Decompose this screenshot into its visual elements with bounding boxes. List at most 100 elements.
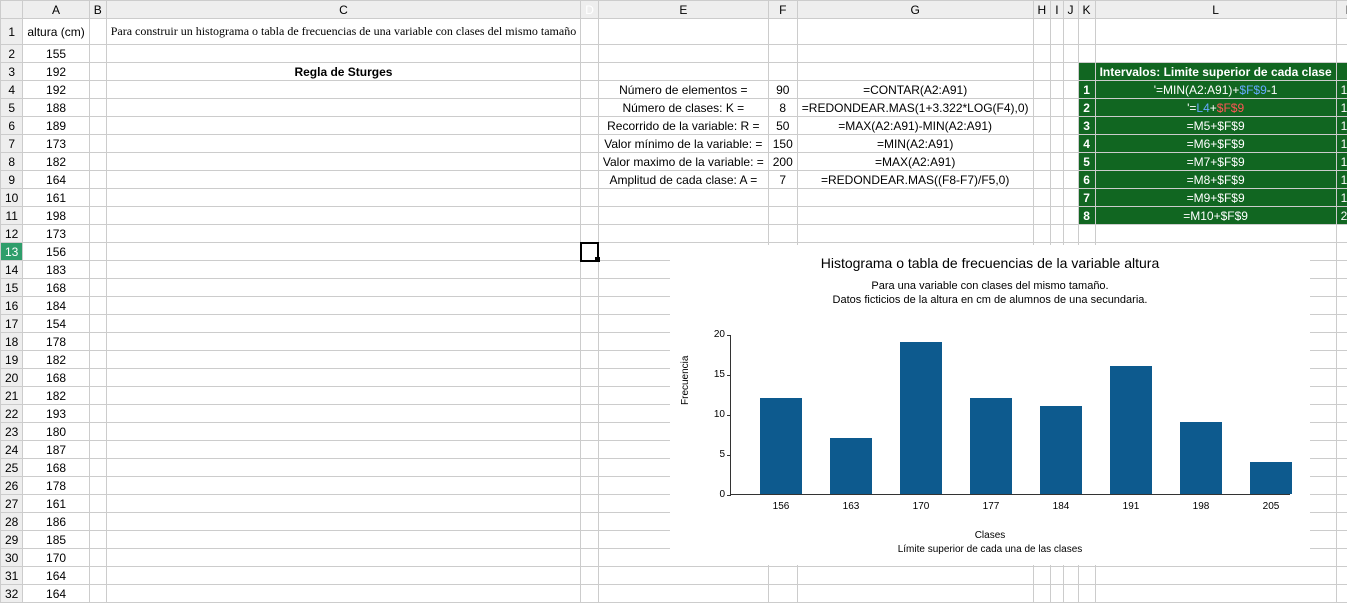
cell[interactable]: 6 [1078,171,1095,189]
cell[interactable] [89,333,106,351]
row-header[interactable]: 14 [1,261,23,279]
cell[interactable] [1095,45,1336,63]
cell[interactable] [106,99,581,117]
cell[interactable] [1095,19,1336,45]
cell[interactable]: 178 [23,333,89,351]
cell[interactable] [581,567,599,585]
cell[interactable] [89,513,106,531]
cell[interactable] [1336,63,1347,81]
cell[interactable] [768,63,797,81]
cell[interactable] [89,171,106,189]
cell[interactable] [598,207,768,225]
cell[interactable]: 7 [1078,189,1095,207]
col-header-G[interactable]: G [797,1,1033,19]
cell[interactable] [1078,567,1095,585]
col-header-B[interactable]: B [89,1,106,19]
cell[interactable]: Regla de Sturges [106,63,581,81]
cell[interactable] [581,261,599,279]
cell[interactable]: =CONTAR(A2:A91) [797,81,1033,99]
cell[interactable] [89,585,106,603]
cell[interactable] [1336,315,1347,333]
cell[interactable]: 178 [23,477,89,495]
cell[interactable] [581,333,599,351]
col-header-C[interactable]: C [106,1,581,19]
row-header[interactable]: 11 [1,207,23,225]
cell[interactable] [106,351,581,369]
cell[interactable] [89,189,106,207]
cell[interactable] [1063,585,1078,603]
cell[interactable]: 188 [23,99,89,117]
cell[interactable] [89,549,106,567]
row-header[interactable]: 7 [1,135,23,153]
cell[interactable] [1095,585,1336,603]
cell[interactable]: 90 [768,81,797,99]
cell[interactable]: Intervalos: Limite superior de cada clas… [1095,63,1336,81]
cell[interactable] [1063,19,1078,45]
cell[interactable] [1033,171,1051,189]
cell[interactable] [106,135,581,153]
cell[interactable] [1336,225,1347,243]
cell[interactable]: 3 [1078,117,1095,135]
cell[interactable] [89,225,106,243]
row-header[interactable]: 21 [1,387,23,405]
cell[interactable] [1078,225,1095,243]
cell[interactable] [1336,369,1347,387]
cell[interactable]: 7 [768,171,797,189]
cell[interactable] [89,243,106,261]
cell[interactable] [581,423,599,441]
cell[interactable] [106,333,581,351]
row-header[interactable]: 16 [1,297,23,315]
cell[interactable] [1063,135,1078,153]
cell[interactable] [1063,99,1078,117]
cell[interactable]: 182 [23,153,89,171]
cell[interactable]: Valor mínimo de la variable: = [598,135,768,153]
cell[interactable] [581,117,599,135]
cell[interactable] [89,387,106,405]
row-header[interactable]: 30 [1,549,23,567]
cell[interactable]: =M7+$F$9 [1095,153,1336,171]
cell[interactable] [581,459,599,477]
cell[interactable] [1336,351,1347,369]
cell[interactable]: 50 [768,117,797,135]
cell[interactable] [1336,297,1347,315]
cell[interactable] [797,225,1033,243]
row-header[interactable]: 13 [1,243,23,261]
cell[interactable] [1033,45,1051,63]
cell[interactable] [1051,81,1063,99]
cell[interactable] [1063,45,1078,63]
cell[interactable] [581,351,599,369]
cell[interactable]: 2 [1078,99,1095,117]
cell[interactable] [89,315,106,333]
cell[interactable] [581,243,599,261]
cell[interactable]: 154 [23,315,89,333]
cell[interactable] [106,477,581,495]
row-header[interactable]: 1 [1,19,23,45]
cell[interactable]: Recorrido de la variable: R = [598,117,768,135]
cell[interactable] [106,567,581,585]
cell[interactable] [89,423,106,441]
cell[interactable]: 192 [23,63,89,81]
col-header-F[interactable]: F [768,1,797,19]
cell[interactable] [768,189,797,207]
cell[interactable]: =M9+$F$9 [1095,189,1336,207]
cell[interactable] [797,45,1033,63]
row-header[interactable]: 32 [1,585,23,603]
row-header[interactable]: 4 [1,81,23,99]
cell[interactable] [106,495,581,513]
row-header[interactable]: 25 [1,459,23,477]
cell[interactable] [581,45,599,63]
cell[interactable] [581,279,599,297]
cell[interactable] [797,207,1033,225]
cell[interactable] [89,45,106,63]
cell[interactable]: 173 [23,225,89,243]
cell[interactable] [1063,117,1078,135]
cell[interactable] [89,369,106,387]
row-header[interactable]: 22 [1,405,23,423]
cell[interactable]: 184 [23,297,89,315]
cell[interactable]: 168 [23,279,89,297]
row-header[interactable]: 27 [1,495,23,513]
cell[interactable] [1336,387,1347,405]
cell[interactable]: Amplitud de cada clase: A = [598,171,768,189]
cell[interactable] [581,477,599,495]
cell[interactable] [1078,63,1095,81]
